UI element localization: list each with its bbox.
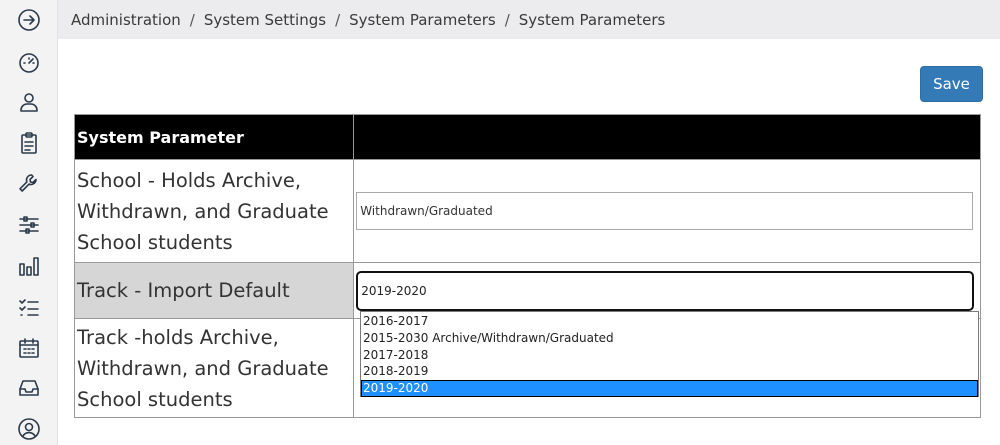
dropdown-option-selected[interactable]: 2019-2020	[361, 380, 978, 397]
dropdown-option[interactable]: 2015-2030 Archive/Withdrawn/Graduated	[361, 330, 978, 347]
breadcrumb-item-system-parameters[interactable]: System Parameters	[349, 11, 496, 29]
table-row: School - Holds Archive, Withdrawn, and G…	[73, 159, 981, 263]
checklist-icon[interactable]	[0, 291, 57, 323]
sliders-icon[interactable]	[0, 209, 57, 241]
parameter-label: School - Holds Archive, Withdrawn, and G…	[73, 159, 355, 263]
account-circle-icon[interactable]	[0, 413, 57, 445]
column-header-system-parameter: System Parameter	[73, 114, 355, 160]
wrench-icon[interactable]	[0, 168, 57, 200]
parameter-label: Track - Import Default	[73, 262, 355, 319]
bar-chart-icon[interactable]	[0, 250, 57, 282]
column-header-value	[353, 114, 981, 160]
user-icon[interactable]	[0, 86, 57, 118]
parameter-label: Track -holds Archive, Withdrawn, and Gra…	[73, 318, 355, 418]
calendar-icon[interactable]	[0, 332, 57, 364]
parameter-value-cell: Withdrawn/Graduated	[353, 159, 981, 263]
sidebar	[0, 0, 58, 445]
track-dropdown-list: 2016-2017 2015-2030 Archive/Withdrawn/Gr…	[360, 311, 979, 397]
breadcrumb-separator: /	[504, 10, 510, 29]
arrow-circle-right-icon[interactable]	[0, 4, 57, 36]
breadcrumb-item-administration[interactable]: Administration	[71, 11, 181, 29]
dashboard-gauge-icon[interactable]	[0, 46, 57, 78]
breadcrumb: Administration / System Settings / Syste…	[58, 0, 1000, 39]
table-header-row: System Parameter	[73, 114, 981, 160]
dropdown-option[interactable]: 2016-2017	[361, 313, 978, 330]
breadcrumb-current: System Parameters	[518, 10, 666, 29]
breadcrumb-separator: /	[335, 10, 341, 29]
breadcrumb-separator: /	[189, 10, 195, 29]
track-import-default-select[interactable]: 2019-2020	[356, 270, 975, 311]
inbox-icon[interactable]	[0, 372, 57, 404]
school-archive-input[interactable]: Withdrawn/Graduated	[356, 192, 974, 230]
clipboard-icon[interactable]	[0, 127, 57, 159]
dropdown-option[interactable]: 2017-2018	[361, 347, 978, 364]
breadcrumb-item-system-settings[interactable]: System Settings	[204, 11, 326, 29]
save-button[interactable]: Save	[920, 66, 983, 102]
dropdown-option[interactable]: 2018-2019	[361, 363, 978, 380]
